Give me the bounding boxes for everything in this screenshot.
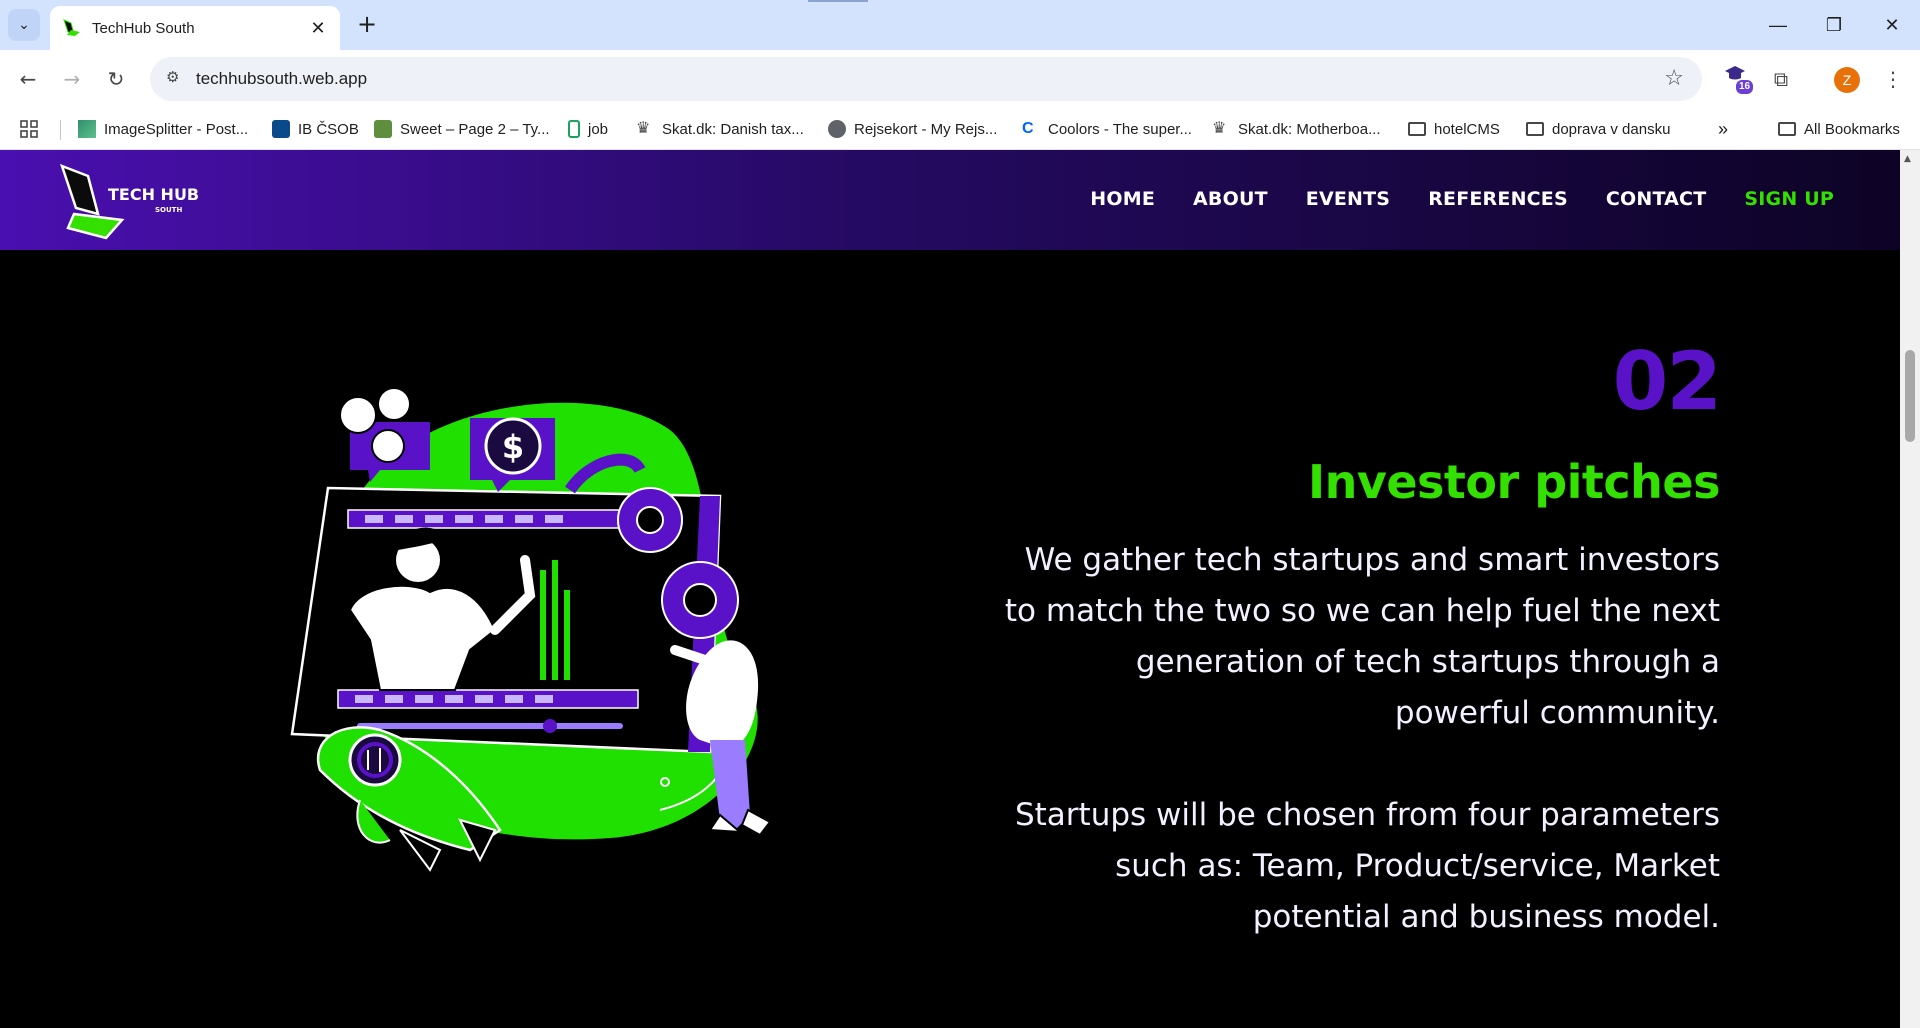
profile-avatar[interactable]: Z [1834,67,1860,93]
all-bookmarks-folder[interactable]: All Bookmarks [1778,118,1900,140]
bookmark-label: Rejsekort - My Rejs... [854,120,998,138]
nav-about[interactable]: ABOUT [1193,188,1268,210]
dollar-coin-icon: $ [502,428,524,466]
bookmark-folder-doprava[interactable]: doprava v dansku [1526,118,1670,140]
new-tab-button[interactable]: + [352,10,382,40]
step-number: 02 [1612,335,1722,428]
browser-toolbar: ← → ↻ ⚙ techhubsouth.web.app ☆ 16 ⧉ Z ⋮ [0,50,1920,108]
bookmark-skat-tax[interactable]: ♛ Skat.dk: Danish tax... [636,118,804,140]
tab-title: TechHub South [92,19,195,37]
bookmarks-bar: ImageSplitter - Post... IB ČSOB Sweet – … [0,108,1920,150]
site-info-icon[interactable]: ⚙ [166,68,188,90]
extension-graduation-cap-icon[interactable]: 16 [1718,62,1754,96]
folder-icon [1526,122,1544,136]
nav-sign-up[interactable]: SIGN UP [1744,188,1834,210]
folder-icon [1778,122,1796,136]
section-title: Investor pitches [1308,455,1721,509]
techhub-favicon-icon [63,19,80,36]
apps-grid-icon[interactable] [20,118,38,140]
bookmark-label: All Bookmarks [1804,120,1900,138]
nav-events[interactable]: EVENTS [1306,188,1390,210]
menu-kebab-icon[interactable]: ⋮ [1876,62,1910,96]
bookmark-star-icon[interactable]: ☆ [1664,66,1684,91]
address-bar[interactable]: ⚙ techhubsouth.web.app ☆ [150,57,1702,101]
url-text[interactable]: techhubsouth.web.app [196,69,367,89]
bookmark-label: ImageSplitter - Post... [104,120,249,138]
forward-arrow-icon[interactable]: → [56,63,88,95]
page-scrollbar[interactable]: ▲ [1900,150,1920,1028]
bookmarks-separator [60,120,61,140]
csob-icon [272,120,290,138]
bookmark-label: hotelCMS [1434,120,1500,138]
section-paragraph-2: Startups will be chosen from four parame… [1014,797,1720,935]
globe-icon [828,120,846,138]
tab-strip: ⌄ TechHub South ✕ + — ❐ ✕ [0,0,1920,50]
minimize-button[interactable]: — [1758,10,1798,40]
scroll-up-arrow-icon[interactable]: ▲ [1904,154,1911,164]
crown-icon: ♛ [636,120,651,137]
bookmark-rejsekort[interactable]: Rejsekort - My Rejs... [828,118,997,140]
bookmark-coolors[interactable]: C Coolors - The super... [1022,118,1192,140]
back-arrow-icon[interactable]: ← [12,63,44,95]
close-window-button[interactable]: ✕ [1872,10,1912,40]
restore-button[interactable]: ❐ [1814,10,1854,40]
imagesplitter-icon [78,120,96,138]
coolors-icon: C [1022,120,1034,137]
section-paragraph-1: We gather tech startups and smart invest… [1004,542,1720,731]
bookmark-imagesplitter[interactable]: ImageSplitter - Post... [78,118,248,140]
extension-badge: 16 [1736,80,1754,94]
site-header: TECH HUB SOUTH HOME ABOUT EVENTS REFEREN… [0,150,1900,250]
sheets-icon [568,120,580,138]
reload-icon[interactable]: ↻ [100,63,132,95]
logo-title: TECH HUB [108,185,198,204]
bookmark-label: Skat.dk: Motherboa... [1238,120,1381,138]
active-tab[interactable]: TechHub South ✕ [50,6,340,50]
folder-icon [1408,122,1426,136]
nav-references[interactable]: REFERENCES [1428,188,1568,210]
bookmark-folder-hotelcms[interactable]: hotelCMS [1408,118,1500,140]
bookmark-label: Skat.dk: Danish tax... [662,120,804,138]
bookmark-label: IB ČSOB [298,120,359,138]
more-bookmarks-chevron-icon[interactable]: » [1718,118,1728,140]
techhub-logo[interactable]: TECH HUB SOUTH [58,162,198,242]
extensions-puzzle-icon[interactable]: ⧉ [1764,62,1798,96]
nav-home[interactable]: HOME [1090,188,1155,210]
main-nav: HOME ABOUT EVENTS REFERENCES CONTACT SIG… [1090,188,1834,210]
nav-contact[interactable]: CONTACT [1606,188,1707,210]
page-viewport: TECH HUB SOUTH HOME ABOUT EVENTS REFEREN… [0,150,1900,1028]
bookmark-label: Coolors - The super... [1048,120,1192,138]
bookmark-job[interactable]: job [568,118,608,140]
crown-icon: ♛ [1212,120,1227,137]
bookmark-label: Sweet – Page 2 – Ty... [400,120,550,138]
investor-pitch-illustration: $ [290,387,772,872]
tab-close-icon[interactable]: ✕ [308,18,328,39]
scrollbar-thumb[interactable] [1905,350,1915,442]
bookmark-label: doprava v dansku [1552,120,1671,138]
tab-strip-indicator [808,0,868,2]
bookmark-label: job [588,120,609,138]
bookmark-skat-motherboard[interactable]: ♛ Skat.dk: Motherboa... [1212,118,1381,140]
bookmark-ib-csob[interactable]: IB ČSOB [272,118,359,140]
shopify-bag-icon [374,120,392,138]
bookmark-sweet[interactable]: Sweet – Page 2 – Ty... [374,118,550,140]
tab-search-chevron-icon[interactable]: ⌄ [8,9,40,41]
logo-subtitle: SOUTH [155,206,182,214]
